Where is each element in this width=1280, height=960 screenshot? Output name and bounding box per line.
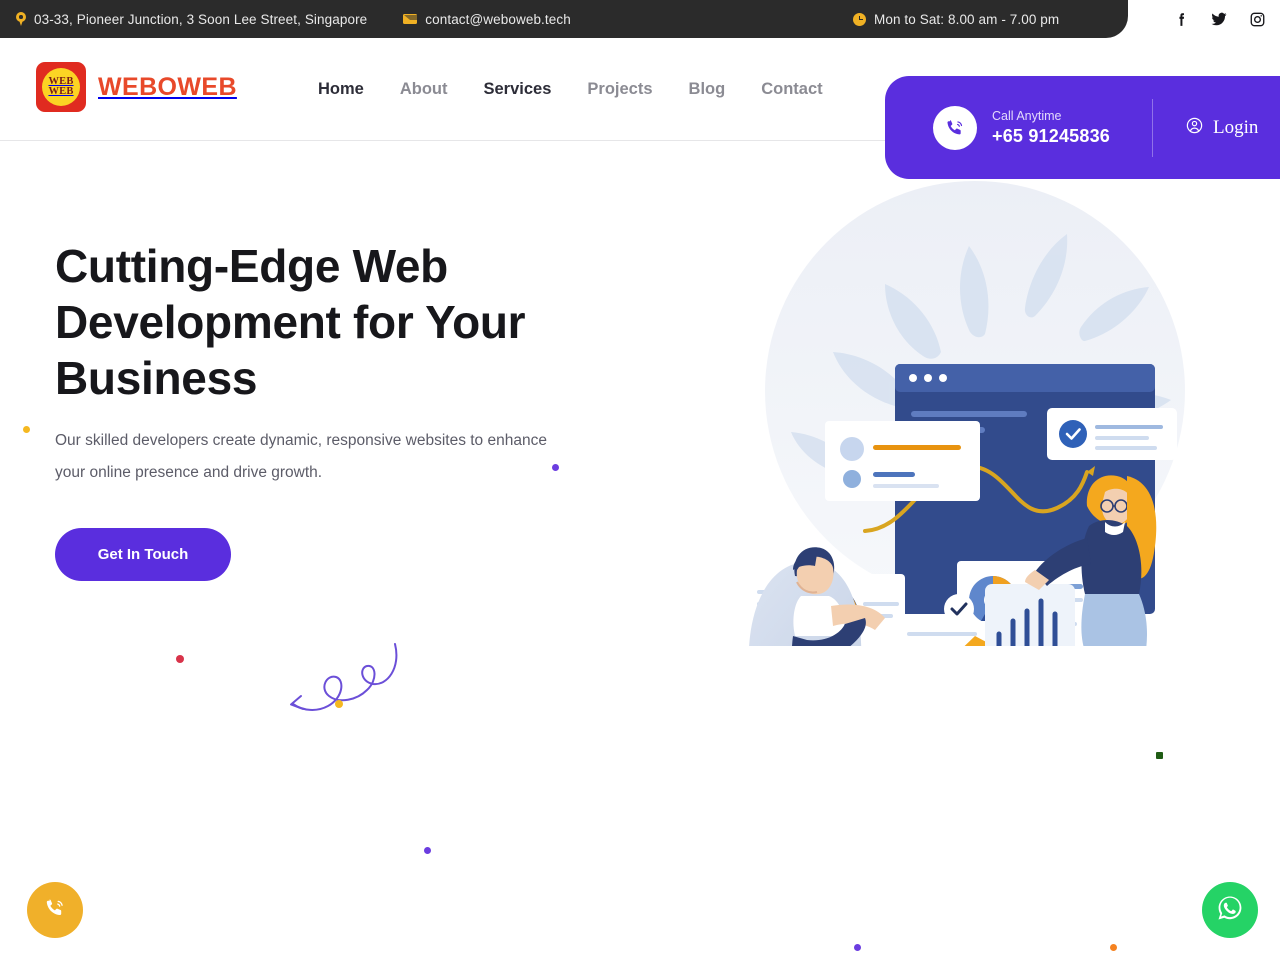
get-in-touch-button[interactable]: Get In Touch (55, 528, 231, 581)
nav-item-about[interactable]: About (382, 76, 466, 102)
page-root: 03-33, Pioneer Junction, 3 Soon Lee Stre… (0, 0, 1280, 960)
topbar-hours-text: Mon to Sat: 8.00 am - 7.00 pm (874, 11, 1060, 27)
phone-ring-icon (43, 896, 67, 925)
nav-item-home[interactable]: Home (318, 76, 382, 102)
nav-item-contact[interactable]: Contact (743, 76, 840, 102)
location-pin-icon (16, 12, 26, 26)
dot-purple-lower (424, 847, 431, 854)
header-cta-panel: Call Anytime +65 91245836 Login (885, 76, 1280, 179)
instagram-icon[interactable] (1248, 10, 1266, 28)
hero-paragraph: Our skilled developers create dynamic, r… (55, 432, 547, 481)
login-label: Login (1213, 116, 1259, 138)
nav-item-projects[interactable]: Projects (569, 76, 670, 102)
main-nav: Home About Services Projects Blog Contac… (318, 76, 841, 102)
topbar-hours: Mon to Sat: 8.00 am - 7.00 pm (853, 0, 1059, 38)
floating-whatsapp-button[interactable] (1202, 882, 1258, 938)
dot-green-right (1156, 752, 1163, 759)
topbar-email-text: contact@weboweb.tech (425, 11, 571, 27)
whatsapp-icon (1214, 892, 1246, 929)
topbar-address-text: 03-33, Pioneer Junction, 3 Soon Lee Stre… (34, 11, 368, 27)
dot-purple-bottom (854, 944, 861, 951)
clock-icon (853, 12, 866, 26)
logo-wordmark: WEBOWEB (98, 72, 237, 101)
topbar-email[interactable]: contact@weboweb.tech (403, 0, 571, 38)
floating-call-button[interactable] (27, 882, 83, 938)
dot-purple-mid (552, 464, 559, 471)
cta-divider (1152, 98, 1154, 157)
twitter-icon[interactable] (1210, 10, 1228, 28)
nav-item-services[interactable]: Services (466, 76, 570, 102)
login-button[interactable]: Login (1185, 116, 1258, 140)
topbar-container: 03-33, Pioneer Junction, 3 Soon Lee Stre… (0, 0, 1280, 38)
user-circle-icon (1185, 116, 1204, 140)
cta-call-label: Call Anytime (992, 109, 1062, 123)
cta-phone-number[interactable]: +65 91245836 (992, 125, 1110, 147)
nav-item-blog[interactable]: Blog (671, 76, 744, 102)
web-development-team-illustration (735, 166, 1215, 753)
dot-orange-bottom (1110, 944, 1117, 951)
topbar-address: 03-33, Pioneer Junction, 3 Soon Lee Stre… (16, 0, 367, 38)
dot-yellow-left (23, 426, 30, 433)
cta-text-block: Call Anytime +65 91245836 (992, 108, 1110, 147)
logo[interactable]: WEB WEB WEBOWEB (36, 62, 237, 112)
social-links (1172, 0, 1266, 38)
logo-mark-icon: WEB WEB (36, 62, 86, 112)
dot-red-left (176, 655, 184, 663)
logo-mark-line2: WEB (48, 86, 74, 97)
curly-arrow-squiggle-icon (283, 634, 403, 729)
topbar: 03-33, Pioneer Junction, 3 Soon Lee Stre… (0, 0, 1128, 38)
hero-section: Cutting-Edge Web Development for Your Bu… (0, 141, 1280, 960)
envelope-icon (403, 14, 429, 24)
facebook-icon[interactable] (1172, 10, 1190, 28)
site-header: WEB WEB WEBOWEB Home About Services Proj… (0, 38, 1280, 179)
phone-ring-icon (933, 105, 977, 150)
hero-heading: Cutting-Edge Web Development for Your Bu… (55, 240, 526, 404)
